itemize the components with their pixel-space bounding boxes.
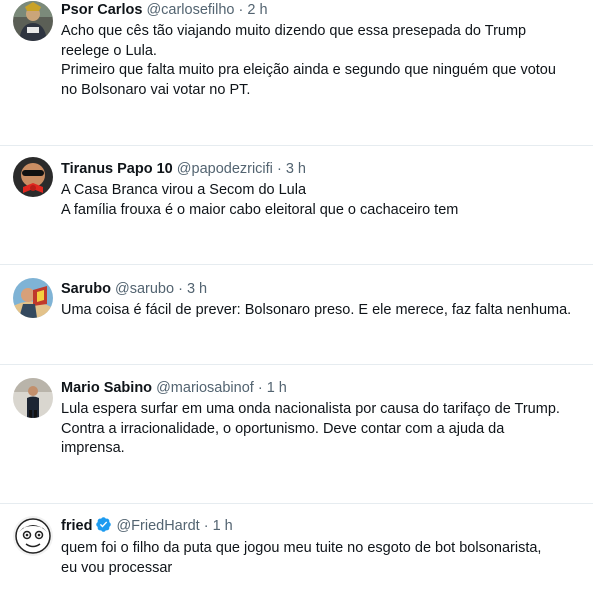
tweet-card[interactable]: Tiranus Papo 10 @papodezricifi · 3 h A C… — [0, 146, 593, 264]
author-name[interactable]: fried — [61, 518, 92, 534]
tweet-header: Psor Carlos @carlosefilho · 2 h — [61, 0, 268, 20]
avatar[interactable] — [13, 157, 53, 197]
tweet-text-line: Lula espera surfar em uma onda nacionali… — [61, 401, 560, 417]
tweet-text-line: A família frouxa é o maior cabo eleitora… — [61, 201, 459, 218]
verified-badge-icon — [95, 516, 112, 533]
author-name[interactable]: Mario Sabino — [61, 380, 152, 396]
tweet-text: Uma coisa é fácil de prever: Bolsonaro p… — [61, 301, 586, 321]
tweet-text-line: no Bolsonaro vai votar no PT. — [61, 81, 251, 98]
avatar-photo-icon — [13, 1, 53, 41]
tweet-text-line: Acho que cês tão viajando muito dizendo … — [61, 23, 527, 39]
tweet-card[interactable]: Psor Carlos @carlosefilho · 2 h Acho que… — [0, 0, 593, 145]
author-handle[interactable]: @carlosefilho — [146, 2, 234, 18]
timestamp[interactable]: 2 h — [247, 2, 267, 18]
author-handle[interactable]: @FriedHardt — [116, 518, 199, 534]
separator-dot: · — [238, 2, 244, 18]
tweet-text-line: reelege o Lula. — [61, 42, 157, 59]
separator-dot: · — [257, 380, 263, 396]
tweet-text: A Casa Branca virou a Secom do Lula A fa… — [61, 181, 586, 220]
tweet-text-line: Contra a irracionalidade, o oportunismo.… — [61, 420, 505, 437]
tweet-text-line: Primeiro que falta muito pra eleição ain… — [61, 62, 556, 78]
tweet-timeline: Psor Carlos @carlosefilho · 2 h Acho que… — [0, 0, 593, 608]
author-handle[interactable]: @sarubo — [115, 281, 174, 297]
avatar-photo-icon — [13, 516, 53, 556]
avatar-photo-icon — [13, 378, 53, 418]
tweet-text-line: eu vou processar — [61, 559, 173, 576]
tweet-text: Lula espera surfar em uma onda nacionali… — [61, 400, 586, 459]
tweet-header: Tiranus Papo 10 @papodezricifi · 3 h — [61, 159, 306, 179]
tweet-card[interactable]: Sarubo @sarubo · 3 h Uma coisa é fácil d… — [0, 265, 593, 364]
author-name[interactable]: Psor Carlos — [61, 2, 142, 18]
tweet-card[interactable]: Mario Sabino @mariosabinof · 1 h Lula es… — [0, 365, 593, 503]
avatar[interactable] — [13, 1, 53, 41]
avatar-photo-icon — [13, 278, 53, 318]
tweet-card[interactable]: fried @FriedHardt · 1 h quem foi o filho… — [0, 504, 593, 608]
tweet-text-line: imprensa. — [61, 440, 125, 456]
avatar[interactable] — [13, 378, 53, 418]
tweet-header: Mario Sabino @mariosabinof · 1 h — [61, 378, 287, 398]
timestamp[interactable]: 1 h — [267, 380, 287, 396]
tweet-text-line: quem foi o filho da puta que jogou meu t… — [61, 540, 542, 556]
avatar[interactable] — [13, 278, 53, 318]
author-handle[interactable]: @papodezricifi — [177, 161, 273, 177]
tweet-header: fried @FriedHardt · 1 h — [61, 516, 233, 536]
tweet-text-line: Uma coisa é fácil de prever: Bolsonaro p… — [61, 302, 572, 318]
separator-dot: · — [276, 161, 282, 177]
tweet-text-line: A Casa Branca virou a Secom do Lula — [61, 182, 307, 198]
author-name[interactable]: Tiranus Papo 10 — [61, 161, 173, 177]
tweet-header: Sarubo @sarubo · 3 h — [61, 279, 207, 299]
timestamp[interactable]: 3 h — [286, 161, 306, 177]
separator-dot: · — [203, 518, 209, 534]
avatar[interactable] — [13, 516, 53, 556]
separator-dot: · — [178, 281, 183, 297]
tweet-text: quem foi o filho da puta que jogou meu t… — [61, 539, 586, 578]
author-name[interactable]: Sarubo — [61, 281, 111, 297]
timestamp[interactable]: 1 h — [213, 518, 233, 534]
avatar-photo-icon — [13, 157, 53, 197]
timestamp[interactable]: 3 h — [187, 281, 207, 297]
tweet-text: Acho que cês tão viajando muito dizendo … — [61, 22, 586, 100]
author-handle[interactable]: @mariosabinof — [156, 380, 254, 396]
